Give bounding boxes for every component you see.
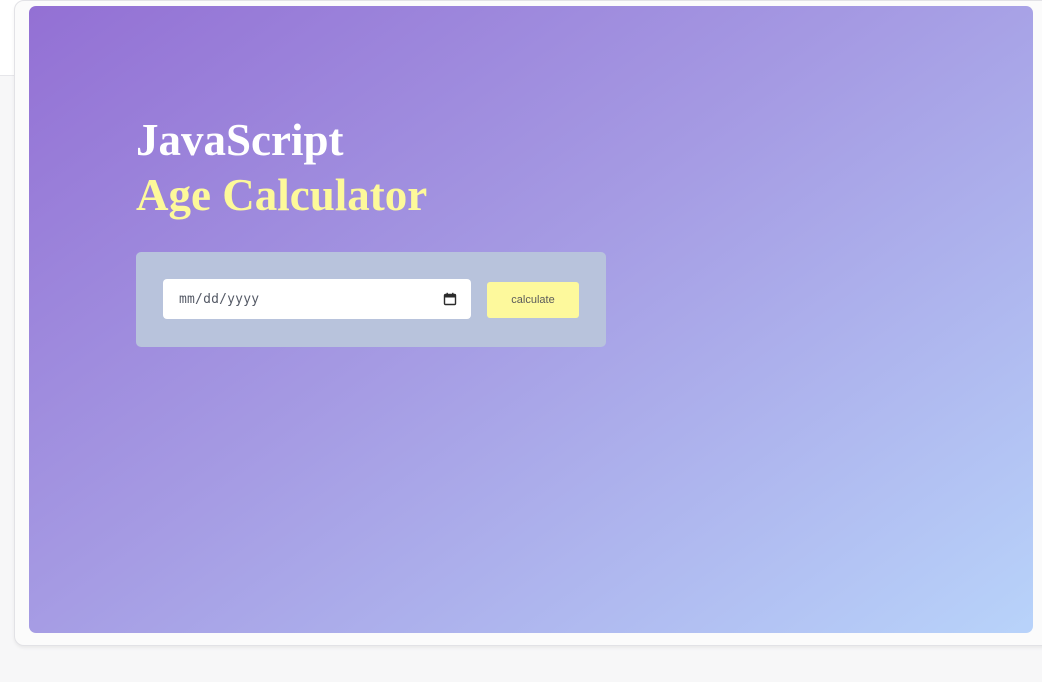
birthdate-input[interactable]: mm/dd/yyyy — [163, 279, 471, 319]
birthdate-placeholder: mm/dd/yyyy — [179, 291, 260, 307]
hero-panel: JavaScript Age Calculator mm/dd/yyyy cal… — [29, 6, 1033, 633]
calculate-button[interactable]: calculate — [487, 282, 579, 318]
page-title-line1: JavaScript — [136, 115, 344, 165]
page-title-line2: Age Calculator — [136, 170, 428, 220]
age-form-card: mm/dd/yyyy calculate — [136, 252, 606, 347]
calendar-icon[interactable] — [443, 292, 457, 306]
